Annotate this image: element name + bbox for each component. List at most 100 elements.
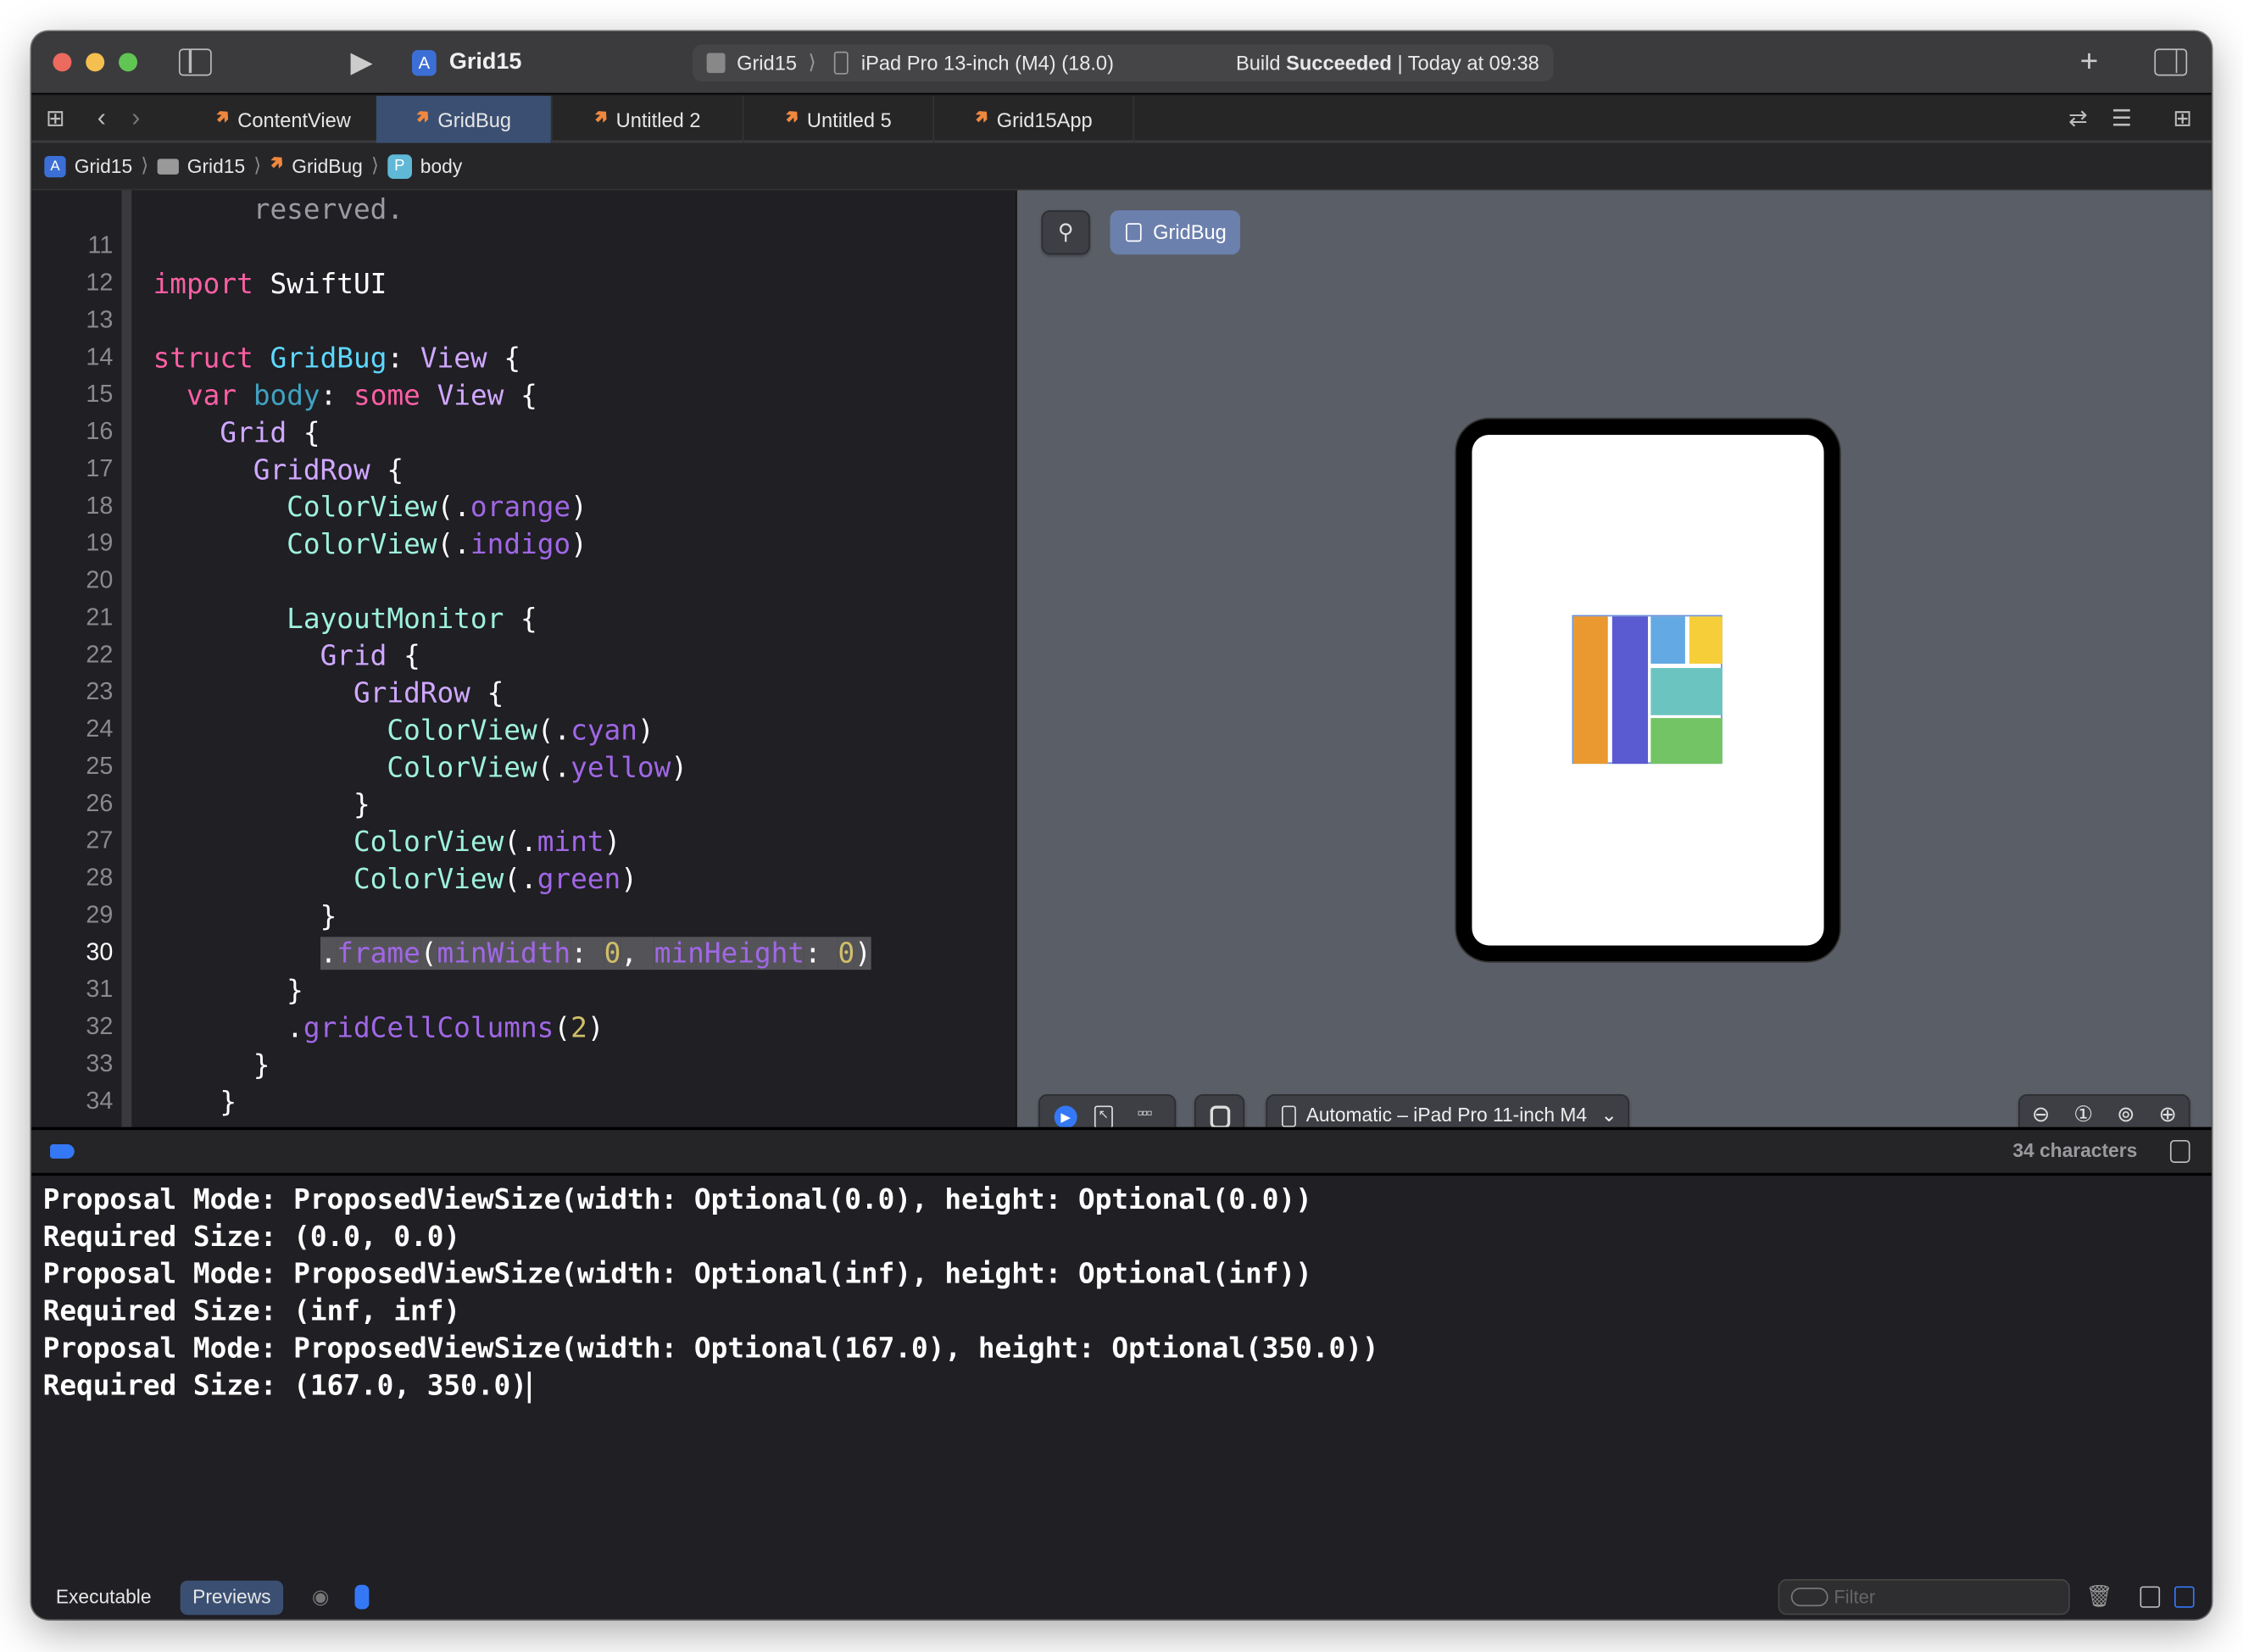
breakpoint-icon[interactable] <box>50 1144 75 1159</box>
eye-icon[interactable]: ◉ <box>312 1585 330 1610</box>
code-token: orange <box>470 490 571 524</box>
code-line[interactable]: ColorView(.yellow) <box>153 749 687 787</box>
code-token: { <box>370 453 404 487</box>
code-token: : <box>387 342 420 375</box>
swift-file-icon: 🢅 <box>270 151 284 174</box>
code-token: { <box>504 379 537 412</box>
code-line[interactable]: ColorView(.indigo) <box>153 526 587 564</box>
code-line[interactable]: Grid { <box>153 414 320 452</box>
code-line[interactable]: Grid { <box>153 638 420 676</box>
code-line[interactable]: LayoutMonitor { <box>153 601 537 638</box>
line-number: 29 <box>86 901 114 929</box>
inspector-toggle-icon[interactable] <box>2154 48 2188 76</box>
code-line[interactable]: } <box>153 787 370 824</box>
tab-contentview[interactable]: 🢅 ContentView <box>189 96 380 143</box>
code-line[interactable]: ColorView(.cyan) <box>153 712 654 749</box>
code-line[interactable]: } <box>153 898 337 936</box>
code-line[interactable]: reserved. <box>153 192 404 229</box>
code-line[interactable]: ColorView(.orange) <box>153 489 587 526</box>
swap-icon[interactable]: ⇄ <box>2068 104 2088 133</box>
trash-icon[interactable]: 🗑 <box>2085 1583 2112 1610</box>
breadcrumb-item[interactable]: Grid15 <box>187 155 245 176</box>
code-line[interactable]: ColorView(.green) <box>153 861 637 898</box>
code-line[interactable]: .frame(minWidth: 0, minHeight: 0) <box>153 936 871 973</box>
code-line[interactable]: } <box>153 1047 270 1084</box>
toggle-settings-icon <box>1210 1105 1231 1129</box>
code-line[interactable]: .gridCellColumns(2) <box>153 1010 604 1047</box>
code-line[interactable]: ColorView(.mint) <box>153 824 621 861</box>
filter-input[interactable]: Filter <box>1778 1579 2070 1616</box>
add-icon[interactable]: + <box>2080 43 2099 81</box>
code-line[interactable]: } <box>153 973 303 1010</box>
variants-icon[interactable]: ▫▫▫ <box>1138 1103 1153 1123</box>
tab-gridbug[interactable]: 🢅 GridBug <box>376 96 553 143</box>
right-panel-icon[interactable] <box>2174 1586 2195 1608</box>
code-token: LayoutMonitor <box>287 602 504 636</box>
color-cell-green <box>1650 718 1723 765</box>
pin-icon[interactable]: ⚲ <box>1041 210 1090 255</box>
color-cell-orange <box>1573 616 1608 765</box>
chevron-right-icon: ⟩ <box>141 154 149 176</box>
xcode-window: ▶ A Grid15 Grid15 ⟩ iPad Pro 13-inch (M4… <box>31 31 2212 1620</box>
forward-icon[interactable]: › <box>131 103 140 133</box>
toolbar: ▶ A Grid15 Grid15 ⟩ iPad Pro 13-inch (M4… <box>31 31 2212 95</box>
left-panel-icon[interactable] <box>2140 1586 2161 1608</box>
source-editor[interactable]: reserved. 11 12 import SwiftUI 13 14 struct Gr… <box>31 190 1016 1127</box>
code-token: reserved. <box>153 192 404 226</box>
previews-filter-button[interactable]: Previews <box>180 1580 284 1616</box>
console-text: Proposal Mode: ProposedViewSize(width: O… <box>42 1257 1312 1291</box>
line-number: 31 <box>86 975 114 1003</box>
code-line[interactable]: var body: some View { <box>153 378 537 415</box>
code-token: import <box>153 267 253 301</box>
back-icon[interactable]: ‹ <box>97 103 106 133</box>
line-number: 19 <box>86 529 114 557</box>
line-number: 28 <box>86 864 114 892</box>
code-token: ColorView <box>353 862 504 896</box>
console-output[interactable]: Proposal Mode: ProposedViewSize(width: O… <box>31 1176 2212 1577</box>
swift-file-icon: 🢅 <box>974 105 988 127</box>
tab-grid15app[interactable]: 🢅 Grid15App <box>934 96 1135 143</box>
code-token: ) <box>570 527 587 561</box>
minimize-button[interactable] <box>86 53 105 72</box>
add-editor-icon[interactable]: ⊞ <box>2173 104 2192 133</box>
code-token: (. <box>537 714 571 747</box>
code-line[interactable]: import SwiftUI <box>153 266 387 303</box>
code-token: 0 <box>604 937 621 971</box>
code-line[interactable]: } <box>153 1084 237 1121</box>
code-token: mint <box>537 825 604 859</box>
close-button[interactable] <box>53 53 72 72</box>
line-number: 21 <box>86 604 114 631</box>
code-token: View <box>437 379 504 412</box>
code-token: : <box>804 937 838 971</box>
executable-filter-button[interactable]: Executable <box>56 1586 152 1607</box>
grid-icon[interactable]: ⊞ <box>46 104 65 133</box>
sidebar-toggle-icon[interactable] <box>178 48 212 76</box>
code-token: (. <box>437 527 470 561</box>
code-line[interactable]: GridRow { <box>153 676 504 713</box>
preview-chip-gridbug[interactable]: GridBug <box>1110 210 1241 255</box>
ipad-screen[interactable] <box>1472 435 1824 946</box>
live-mode-icon[interactable]: ▶ <box>1054 1105 1077 1129</box>
device-selector-label: Automatic – iPad Pro 11-inch M4 <box>1305 1104 1588 1126</box>
toggle-icon[interactable] <box>354 1584 370 1610</box>
code-line[interactable]: GridRow { <box>153 452 404 489</box>
minimap-icon[interactable]: ☰ <box>2112 104 2132 133</box>
breadcrumb-item[interactable]: Grid15 <box>75 155 132 176</box>
scheme-target[interactable]: Grid15 <box>737 52 797 75</box>
console-line: Proposal Mode: ProposedViewSize(width: O… <box>43 1256 1312 1293</box>
breadcrumb-item[interactable]: body <box>420 155 462 176</box>
selectable-mode-icon[interactable]: ↖ <box>1094 1105 1113 1129</box>
run-icon[interactable]: ▶ <box>350 44 372 80</box>
code-token: , <box>621 937 654 971</box>
code-line[interactable]: struct GridBug: View { <box>153 341 521 378</box>
line-number: 30 <box>86 938 114 966</box>
tab-untitled-5[interactable]: 🢅 Untitled 5 <box>744 96 934 143</box>
code-token: } <box>153 1048 270 1082</box>
tab-untitled-2[interactable]: 🢅 Untitled 2 <box>552 96 744 143</box>
scheme-device[interactable]: iPad Pro 13-inch (M4) (18.0) <box>861 52 1114 75</box>
scheme-activity-bar[interactable]: Grid15 ⟩ iPad Pro 13-inch (M4) (18.0) Bu… <box>692 44 1554 82</box>
code-token: ColorView <box>287 527 437 561</box>
breadcrumb-item[interactable]: GridBug <box>292 155 363 176</box>
console-toggle-icon[interactable] <box>2169 1139 2190 1163</box>
zoom-button[interactable] <box>119 53 137 72</box>
